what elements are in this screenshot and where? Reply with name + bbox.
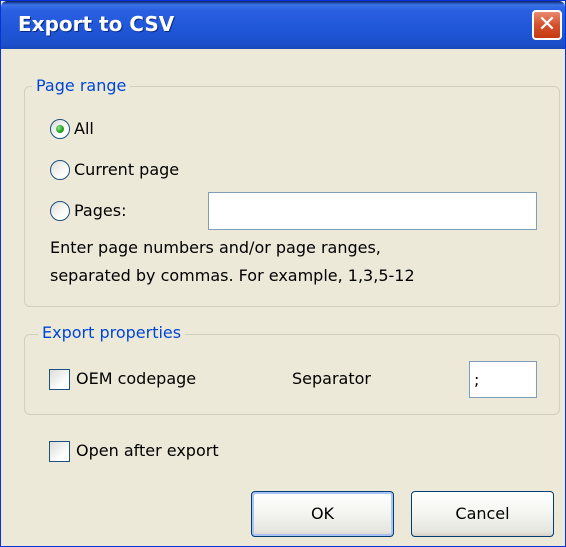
radio-current-page[interactable] [50, 160, 70, 180]
pages-input[interactable] [208, 192, 537, 230]
page-range-hint-line-1: Enter page numbers and/or page ranges, [50, 238, 381, 257]
close-button[interactable]: ✕ [532, 10, 562, 40]
title-bar[interactable]: Export to CSV ✕ [1, 1, 565, 49]
open-after-export-checkbox[interactable] [49, 441, 70, 462]
oem-codepage-label[interactable]: OEM codepage [76, 369, 196, 389]
page-range-hint: Enter page numbers and/or page ranges, s… [50, 234, 530, 290]
page-range-group-title: Page range [32, 76, 131, 96]
radio-pages[interactable] [50, 201, 70, 221]
separator-input[interactable] [469, 361, 537, 398]
page-range-hint-line-2: separated by commas. For example, 1,3,5-… [50, 266, 415, 285]
close-icon: ✕ [537, 12, 557, 37]
radio-current-page-label[interactable]: Current page [74, 160, 179, 180]
separator-label: Separator [292, 369, 371, 388]
cancel-button[interactable]: Cancel [411, 491, 554, 537]
open-after-export-label[interactable]: Open after export [76, 441, 219, 461]
export-csv-dialog: Export to CSV ✕ Page range All Current p… [0, 0, 566, 547]
radio-all[interactable] [50, 119, 70, 139]
oem-codepage-checkbox[interactable] [49, 369, 70, 390]
radio-all-label[interactable]: All [74, 119, 94, 139]
window-title: Export to CSV [18, 12, 175, 36]
ok-button[interactable]: OK [251, 491, 394, 537]
radio-pages-label[interactable]: Pages: [74, 201, 126, 221]
export-properties-group-title: Export properties [38, 323, 186, 343]
radio-dot-icon [56, 125, 64, 133]
